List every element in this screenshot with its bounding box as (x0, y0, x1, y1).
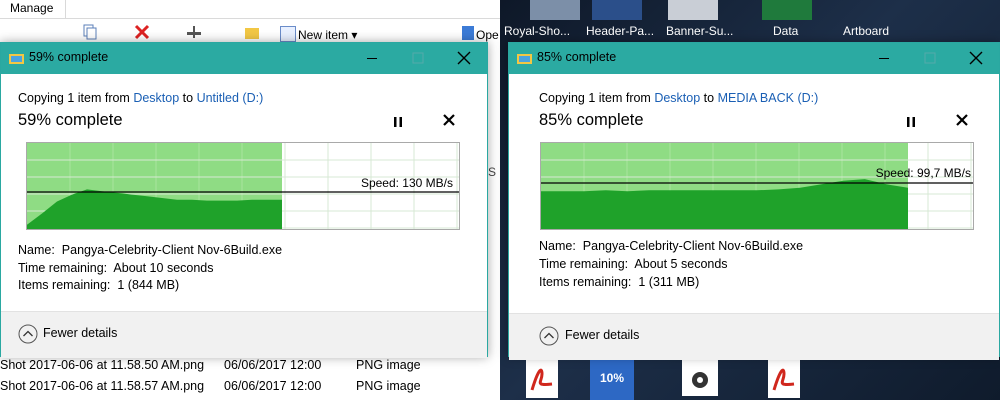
new-folder-icon[interactable] (244, 24, 260, 40)
transfer-speed-graph: Speed: 99,7 MB/s (540, 142, 974, 230)
desktop-file-label[interactable]: Banner-Su... (666, 24, 733, 38)
file-row[interactable]: Shot 2017-06-06 at 11.58.57 AM.png 06/06… (0, 377, 500, 397)
minimize-button[interactable] (349, 43, 395, 74)
minimize-button[interactable] (861, 43, 907, 74)
rename-icon[interactable] (186, 24, 202, 40)
copy-description: Copying 1 item from Desktop to Untitled … (18, 91, 264, 105)
dialog-title: 85% complete (537, 50, 617, 64)
desktop-file-label[interactable]: Artboard (843, 24, 889, 38)
new-item-icon[interactable] (280, 26, 296, 42)
delete-icon[interactable] (134, 24, 150, 40)
time-remaining-value: About 5 seconds (634, 257, 728, 271)
name-row: Name: Pangya-Celebrity-Client Nov-6Build… (539, 239, 804, 253)
percent-complete: 85% complete (539, 111, 644, 129)
close-button[interactable] (441, 43, 487, 74)
chevron-up-icon[interactable] (18, 324, 38, 344)
dialog-titlebar[interactable]: 59% complete (1, 43, 487, 74)
destination-link[interactable]: MEDIA BACK (D:) (718, 91, 819, 105)
excel-icon[interactable] (762, 0, 812, 20)
time-remaining-value: About 10 seconds (113, 261, 214, 275)
file-name: Shot 2017-06-06 at 11.58.57 AM.png (0, 379, 205, 393)
app-icon[interactable] (678, 356, 722, 400)
pdf-icon[interactable] (520, 356, 564, 400)
side-column-letter: S (488, 165, 497, 179)
open-button[interactable]: Ope (476, 28, 499, 42)
cancel-copy-button[interactable] (955, 113, 969, 127)
items-remaining-row: Items remaining: 1 (311 MB) (539, 275, 700, 289)
copy-icon[interactable] (82, 24, 98, 40)
source-link[interactable]: Desktop (133, 91, 179, 105)
open-icon[interactable] (462, 26, 474, 40)
items-remaining-row: Items remaining: 1 (844 MB) (18, 278, 180, 292)
items-remaining-value: 1 (311 MB) (638, 275, 700, 289)
ribbon-tab-manage[interactable]: Manage (0, 0, 66, 18)
destination-link[interactable]: Untitled (D:) (197, 91, 264, 105)
banner-thumbnail[interactable]: 10% (590, 356, 634, 400)
fewer-details-button[interactable]: Fewer details (43, 326, 117, 340)
copy-progress-dialog: 85% complete Copying 1 item from Desktop… (508, 42, 1000, 360)
copy-description: Copying 1 item from Desktop to MEDIA BAC… (539, 91, 819, 105)
time-remaining-row: Time remaining: About 5 seconds (539, 257, 728, 271)
close-button[interactable] (953, 43, 999, 74)
cancel-copy-button[interactable] (442, 113, 456, 127)
pdf-icon[interactable] (762, 356, 806, 400)
desktop-file-label[interactable]: Data (773, 24, 798, 38)
dialog-title: 59% complete (29, 50, 109, 64)
file-type: PNG image (356, 379, 421, 393)
maximize-button[interactable] (907, 43, 953, 74)
dialog-footer: Fewer details (1, 311, 487, 358)
file-name: Shot 2017-06-06 at 11.58.50 AM.png (0, 358, 205, 372)
pause-button[interactable] (391, 115, 405, 129)
copy-folder-icon (517, 54, 532, 64)
dialog-footer: Fewer details (509, 313, 999, 360)
desktop-thumbnail[interactable] (668, 0, 718, 20)
speed-label: Speed: 99,7 MB/s (875, 166, 971, 180)
transfer-speed-graph: Speed: 130 MB/s (26, 142, 460, 230)
items-remaining-value: 1 (844 MB) (117, 278, 180, 292)
desktop-file-label[interactable]: Royal-Sho... (504, 24, 570, 38)
new-item-button[interactable]: New item ▾ (298, 28, 357, 42)
file-name-value: Pangya-Celebrity-Client Nov-6Build.exe (582, 239, 804, 253)
file-row[interactable]: Shot 2017-06-06 at 11.58.50 AM.png 06/06… (0, 356, 500, 376)
dialog-titlebar[interactable]: 85% complete (509, 43, 999, 74)
source-link[interactable]: Desktop (654, 91, 700, 105)
speed-graph-plot (541, 143, 973, 229)
chevron-up-icon[interactable] (539, 326, 559, 346)
fewer-details-button[interactable]: Fewer details (565, 328, 639, 342)
file-date: 06/06/2017 12:00 (224, 358, 322, 372)
maximize-button[interactable] (395, 43, 441, 74)
desktop-file-label[interactable]: Header-Pa... (586, 24, 654, 38)
file-type: PNG image (356, 358, 421, 372)
copy-progress-dialog: 59% complete Copying 1 item from Desktop… (0, 42, 488, 358)
time-remaining-row: Time remaining: About 10 seconds (18, 261, 214, 275)
file-date: 06/06/2017 12:00 (224, 379, 322, 393)
percent-complete: 59% complete (18, 111, 123, 129)
speed-label: Speed: 130 MB/s (360, 176, 453, 190)
copy-folder-icon (9, 54, 24, 64)
desktop-thumbnail[interactable] (592, 0, 642, 20)
desktop-thumbnail[interactable] (530, 0, 580, 20)
file-name-value: Pangya-Celebrity-Client Nov-6Build.exe (61, 243, 283, 257)
pause-button[interactable] (904, 115, 918, 129)
name-row: Name: Pangya-Celebrity-Client Nov-6Build… (18, 243, 283, 257)
